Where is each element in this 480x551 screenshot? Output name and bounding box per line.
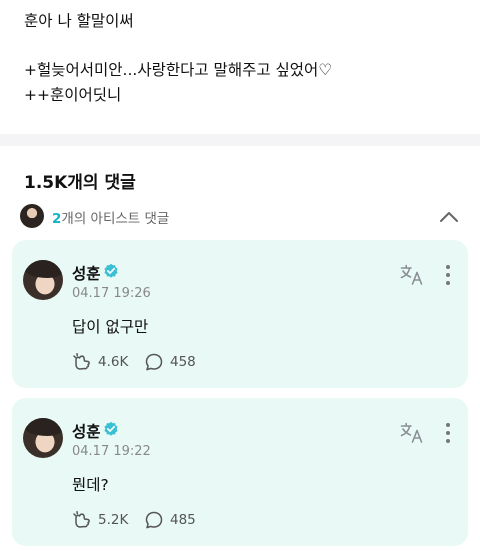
- translate-icon[interactable]: [400, 422, 424, 444]
- like-icon: [73, 353, 90, 370]
- comment-count-header: 1.5K개의 댓글: [24, 173, 136, 193]
- avatar[interactable]: [23, 418, 63, 458]
- like-count: 4.6K: [98, 354, 129, 370]
- comment-text: 답이 없구만: [72, 318, 149, 336]
- verified-badge-icon: [104, 263, 118, 278]
- comment-author[interactable]: 성훈: [72, 262, 101, 284]
- chevron-up-icon[interactable]: [438, 206, 460, 228]
- reply-bubble-icon: [145, 353, 163, 371]
- reply-button[interactable]: 458: [144, 352, 214, 372]
- like-button[interactable]: 4.6K: [72, 352, 142, 372]
- avatar[interactable]: [23, 260, 63, 300]
- reply-bubble-icon: [145, 511, 163, 529]
- artist-avatar: [20, 204, 44, 228]
- more-vertical-icon[interactable]: [444, 264, 452, 286]
- translate-icon[interactable]: [400, 264, 424, 286]
- reply-count: 458: [170, 354, 196, 370]
- comment-timestamp: 04.17 19:22: [72, 444, 151, 459]
- artist-comment-card: 성훈 04.17 19:26 답이 없구만 4.6K 458: [12, 240, 468, 388]
- artist-comment-count: 2: [52, 211, 62, 227]
- comment-text: 뭔데?: [72, 476, 109, 494]
- more-vertical-icon[interactable]: [444, 422, 452, 444]
- post-line-2: +헐늦어서미안...사랑한다고 말해주고 싶었어♡: [24, 61, 333, 79]
- artist-comment-card: 성훈 04.17 19:22 뭔데? 5.2K 485: [12, 398, 468, 546]
- reply-count: 485: [170, 512, 196, 528]
- artist-comments-toggle[interactable]: 2개의 아티스트 댓글: [20, 202, 464, 232]
- like-icon: [73, 511, 90, 528]
- artist-comments-label: 2개의 아티스트 댓글: [52, 207, 169, 227]
- section-divider: [0, 134, 480, 146]
- reply-button[interactable]: 485: [144, 510, 214, 530]
- artist-comments-text: 개의 아티스트 댓글: [61, 211, 170, 227]
- post-line-3: ++훈이어딧니: [24, 86, 122, 104]
- verified-badge-icon: [104, 421, 118, 436]
- post-line-1: 훈아 나 할말이써: [24, 12, 134, 30]
- comment-timestamp: 04.17 19:26: [72, 286, 151, 301]
- like-count: 5.2K: [98, 512, 129, 528]
- comment-author[interactable]: 성훈: [72, 420, 101, 442]
- like-button[interactable]: 5.2K: [72, 510, 142, 530]
